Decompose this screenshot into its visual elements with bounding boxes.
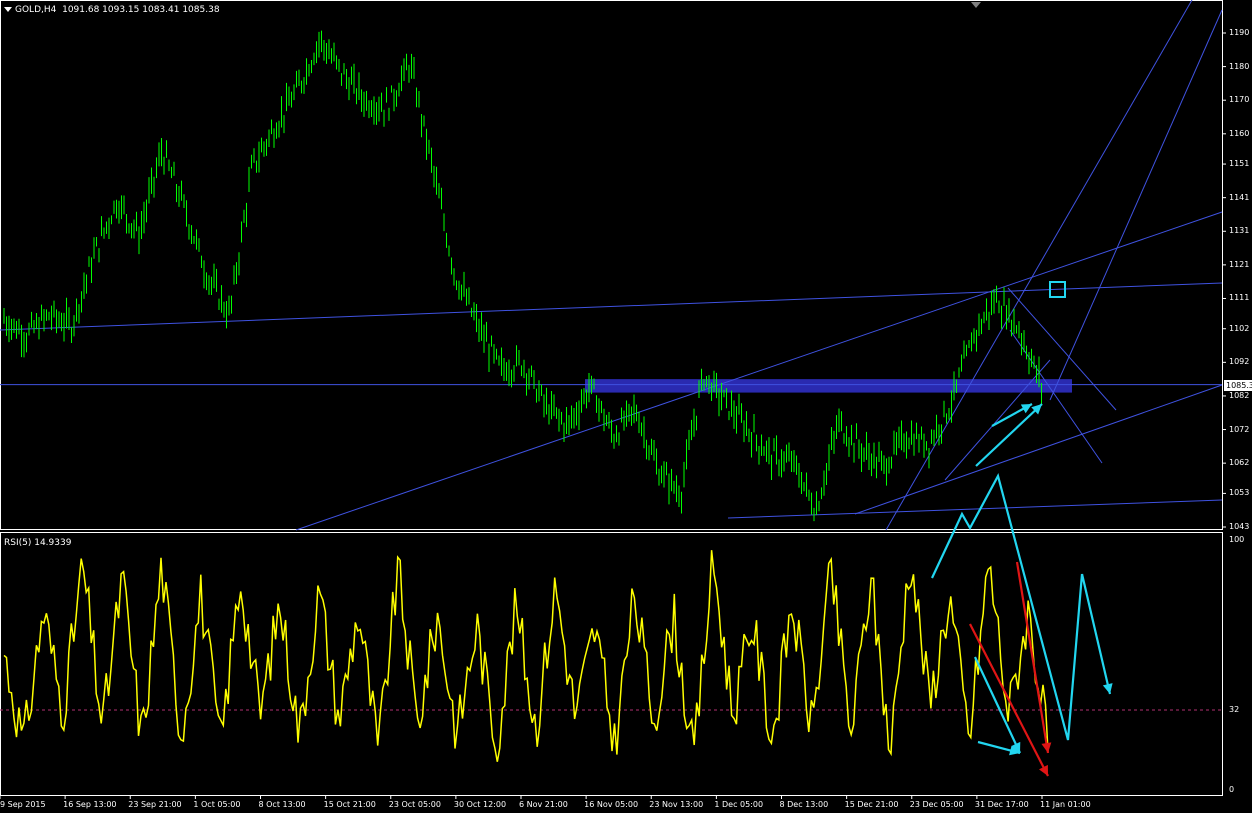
price-tick-label: 1072 xyxy=(1229,424,1250,434)
time-tick-label: 11 Jan 01:00 xyxy=(1040,800,1091,809)
time-tick-label: 30 Oct 12:00 xyxy=(453,800,507,809)
small-channel-line[interactable] xyxy=(944,359,1051,481)
time-tick-label: 23 Sep 21:00 xyxy=(128,800,182,809)
time-tick-label: 8 Oct 13:00 xyxy=(258,800,306,809)
time-tick-label: 16 Sep 13:00 xyxy=(63,800,117,809)
time-tick-label: 9 Sep 2015 xyxy=(0,800,46,809)
rsi-tick-label: 100 xyxy=(1229,535,1245,544)
chart-shift-marker[interactable] xyxy=(971,2,981,8)
rising-trendline[interactable] xyxy=(295,211,1223,531)
price-tick-label: 1131 xyxy=(1229,226,1250,236)
time-tick-label: 15 Dec 21:00 xyxy=(844,800,899,809)
time-tick-label: 31 Dec 17:00 xyxy=(974,800,1029,809)
symbol-label: GOLD,H4 xyxy=(15,5,57,15)
collapse-triangle-icon[interactable] xyxy=(4,7,12,12)
price-tick-label: 1180 xyxy=(1229,61,1250,71)
channel-line-left[interactable] xyxy=(885,0,1193,531)
time-tick-label: 6 Nov 21:00 xyxy=(519,800,568,809)
time-tick-label: 8 Dec 13:00 xyxy=(779,800,829,809)
annotation-arrow-red-1[interactable] xyxy=(969,623,1049,777)
price-tick-label: 1111 xyxy=(1229,293,1250,303)
rsi-panel-border xyxy=(0,532,1223,796)
price-tick-label: 1082 xyxy=(1229,390,1250,400)
annotation-zigzag[interactable] xyxy=(931,473,1084,741)
price-tick-label: 1043 xyxy=(1229,522,1250,531)
time-tick-label: 23 Dec 05:00 xyxy=(909,800,964,809)
rising-support-line[interactable] xyxy=(854,384,1223,515)
rsi-header: RSI(5) 14.9339 xyxy=(4,538,72,548)
time-tick-label: 16 Nov 05:00 xyxy=(584,800,639,809)
price-tick-label: 1190 xyxy=(1229,28,1250,37)
rsi-tick-label: 0 xyxy=(1229,785,1235,794)
channel-line-right[interactable] xyxy=(1049,9,1223,401)
time-tick-label: 15 Oct 21:00 xyxy=(323,800,376,809)
price-tick-label: 1160 xyxy=(1229,128,1250,138)
ohlc-values: 1091.68 1093.15 1083.41 1085.38 xyxy=(62,5,220,15)
time-tick-label: 1 Oct 05:00 xyxy=(193,800,241,809)
price-tick-label: 1151 xyxy=(1229,159,1250,169)
annotation-arrow-4[interactable] xyxy=(974,656,1021,754)
support-zone xyxy=(585,379,1072,393)
current-price-label: 1085.38 xyxy=(1224,380,1252,391)
price-tick-label: 1141 xyxy=(1229,192,1250,202)
lower-support-line[interactable] xyxy=(727,499,1223,519)
price-tick-label: 1053 xyxy=(1229,488,1250,498)
time-tick-label: 23 Oct 05:00 xyxy=(388,800,441,809)
price-tick-label: 1102 xyxy=(1229,323,1250,333)
chart-canvas[interactable] xyxy=(0,0,1252,813)
annotation-arrow-2[interactable] xyxy=(975,403,1043,467)
price-tick-label: 1170 xyxy=(1229,95,1250,105)
rsi-line xyxy=(3,550,1049,762)
price-tick-label: 1121 xyxy=(1229,259,1250,269)
annotation-arrow-5[interactable] xyxy=(1080,573,1112,695)
time-tick-label: 1 Dec 05:00 xyxy=(714,800,764,809)
price-tick-label: 1062 xyxy=(1229,458,1250,468)
price-tick-label: 1092 xyxy=(1229,357,1250,367)
annotation-arrow-red-2-head xyxy=(1041,742,1052,753)
chart-header: GOLD,H4 1091.68 1093.15 1083.41 1085.38 xyxy=(4,5,220,15)
rsi-tick-label: 32 xyxy=(1229,705,1240,714)
annotation-arrow-5-head xyxy=(1102,683,1113,694)
time-tick-label: 23 Nov 13:00 xyxy=(649,800,704,809)
